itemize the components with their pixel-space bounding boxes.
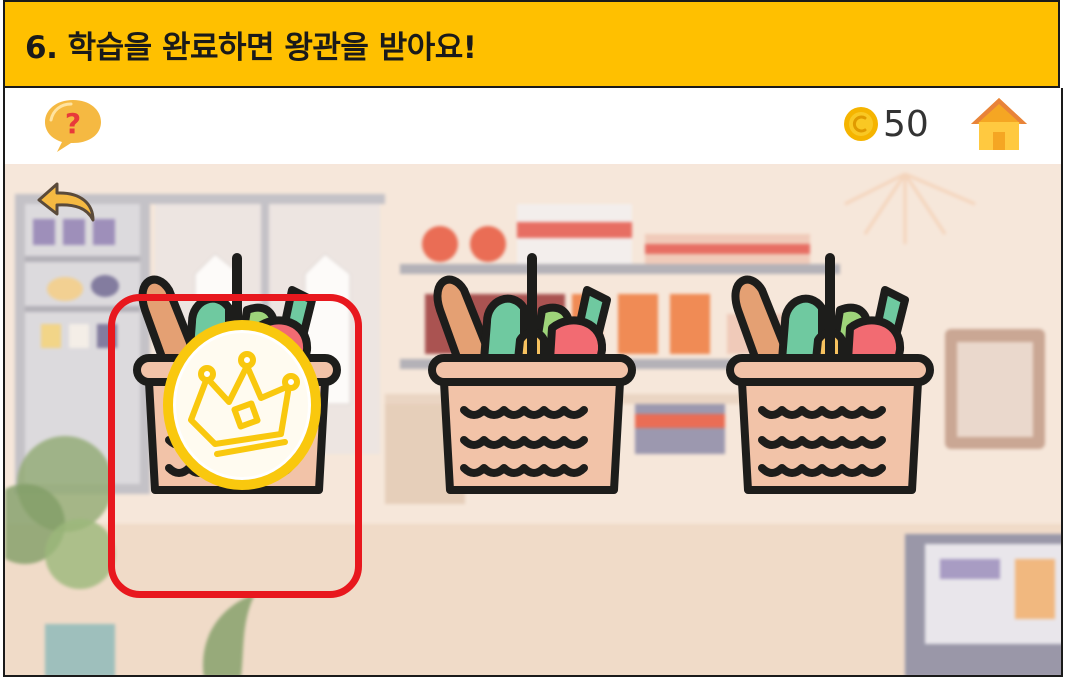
basket-3[interactable] (720, 250, 940, 510)
coin-counter: 50 (843, 102, 929, 146)
instruction-text: 6. 학습을 완료하면 왕관을 받아요! (25, 29, 477, 66)
svg-text:?: ? (65, 107, 81, 140)
question-speech-bubble-icon[interactable]: ? (41, 96, 105, 154)
home-icon[interactable] (967, 92, 1031, 156)
basket-1[interactable] (127, 250, 347, 510)
coin-icon (844, 107, 878, 141)
instruction-banner: 6. 학습을 완료하면 왕관을 받아요! (3, 0, 1060, 88)
top-bar: ? 50 (5, 88, 1061, 164)
app-screen: ? 50 (3, 88, 1063, 677)
basket-2[interactable] (422, 250, 642, 510)
coin-count: 50 (883, 103, 929, 145)
back-arrow-icon[interactable] (35, 178, 105, 226)
